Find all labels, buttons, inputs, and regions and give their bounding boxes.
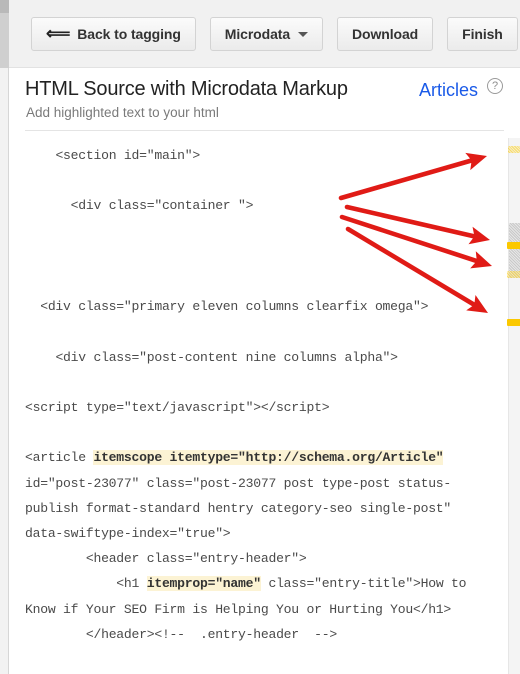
code-span: id="post-23077" class="post-23077 post t… [25, 475, 452, 592]
scrollbar-highlight-marker[interactable] [507, 242, 520, 249]
header-divider [25, 130, 504, 131]
browser-frame-left-edge [0, 0, 9, 674]
toolbar-button-row: ⟸ Back to tagging Microdata Download Fin… [31, 17, 518, 51]
finish-button[interactable]: Finish [447, 17, 518, 51]
download-button[interactable]: Download [337, 17, 434, 51]
back-to-tagging-button[interactable]: ⟸ Back to tagging [31, 17, 196, 51]
html-source-pane[interactable]: <section id="main"> <div class="containe… [25, 138, 520, 674]
page-root: ⟸ Back to tagging Microdata Download Fin… [0, 0, 520, 674]
scrollbar-track[interactable] [508, 138, 520, 674]
content-card: HTML Source with Microdata Markup Add hi… [9, 68, 520, 674]
scrollbar-highlight-marker[interactable] [507, 271, 520, 278]
highlighted-markup-span[interactable]: itemprop="name" [146, 576, 261, 592]
toolbar: ⟸ Back to tagging Microdata Download Fin… [9, 0, 520, 68]
html-source-code: <section id="main"> <div class="containe… [25, 138, 495, 674]
highlighted-markup-span[interactable]: itemscope itemtype="http://schema.org/Ar… [93, 450, 444, 466]
microdata-dropdown-label: Microdata [224, 26, 291, 42]
page-title: HTML Source with Microdata Markup [25, 78, 348, 100]
scrollbar-highlight-marker[interactable] [508, 146, 520, 153]
left-arrow-icon: ⟸ [46, 23, 71, 43]
code-scrollbar[interactable] [504, 138, 520, 674]
articles-link[interactable]: Articles [419, 80, 478, 101]
help-icon[interactable]: ? [487, 78, 503, 94]
scrollbar-highlight-marker[interactable] [507, 319, 520, 326]
page-subtitle: Add highlighted text to your html [26, 105, 219, 120]
code-span: <section id="main"> <div class="containe… [25, 148, 429, 466]
microdata-dropdown-button[interactable]: Microdata [209, 17, 324, 51]
card-header: HTML Source with Microdata Markup Add hi… [9, 68, 520, 133]
back-to-tagging-label: Back to tagging [77, 26, 181, 42]
chevron-down-icon [298, 31, 309, 37]
download-label: Download [352, 26, 419, 42]
finish-label: Finish [462, 26, 503, 42]
browser-frame-left-dark-top [0, 0, 9, 13]
browser-frame-left-dark-body [0, 13, 9, 68]
scrollbar-thumb[interactable] [509, 223, 520, 278]
